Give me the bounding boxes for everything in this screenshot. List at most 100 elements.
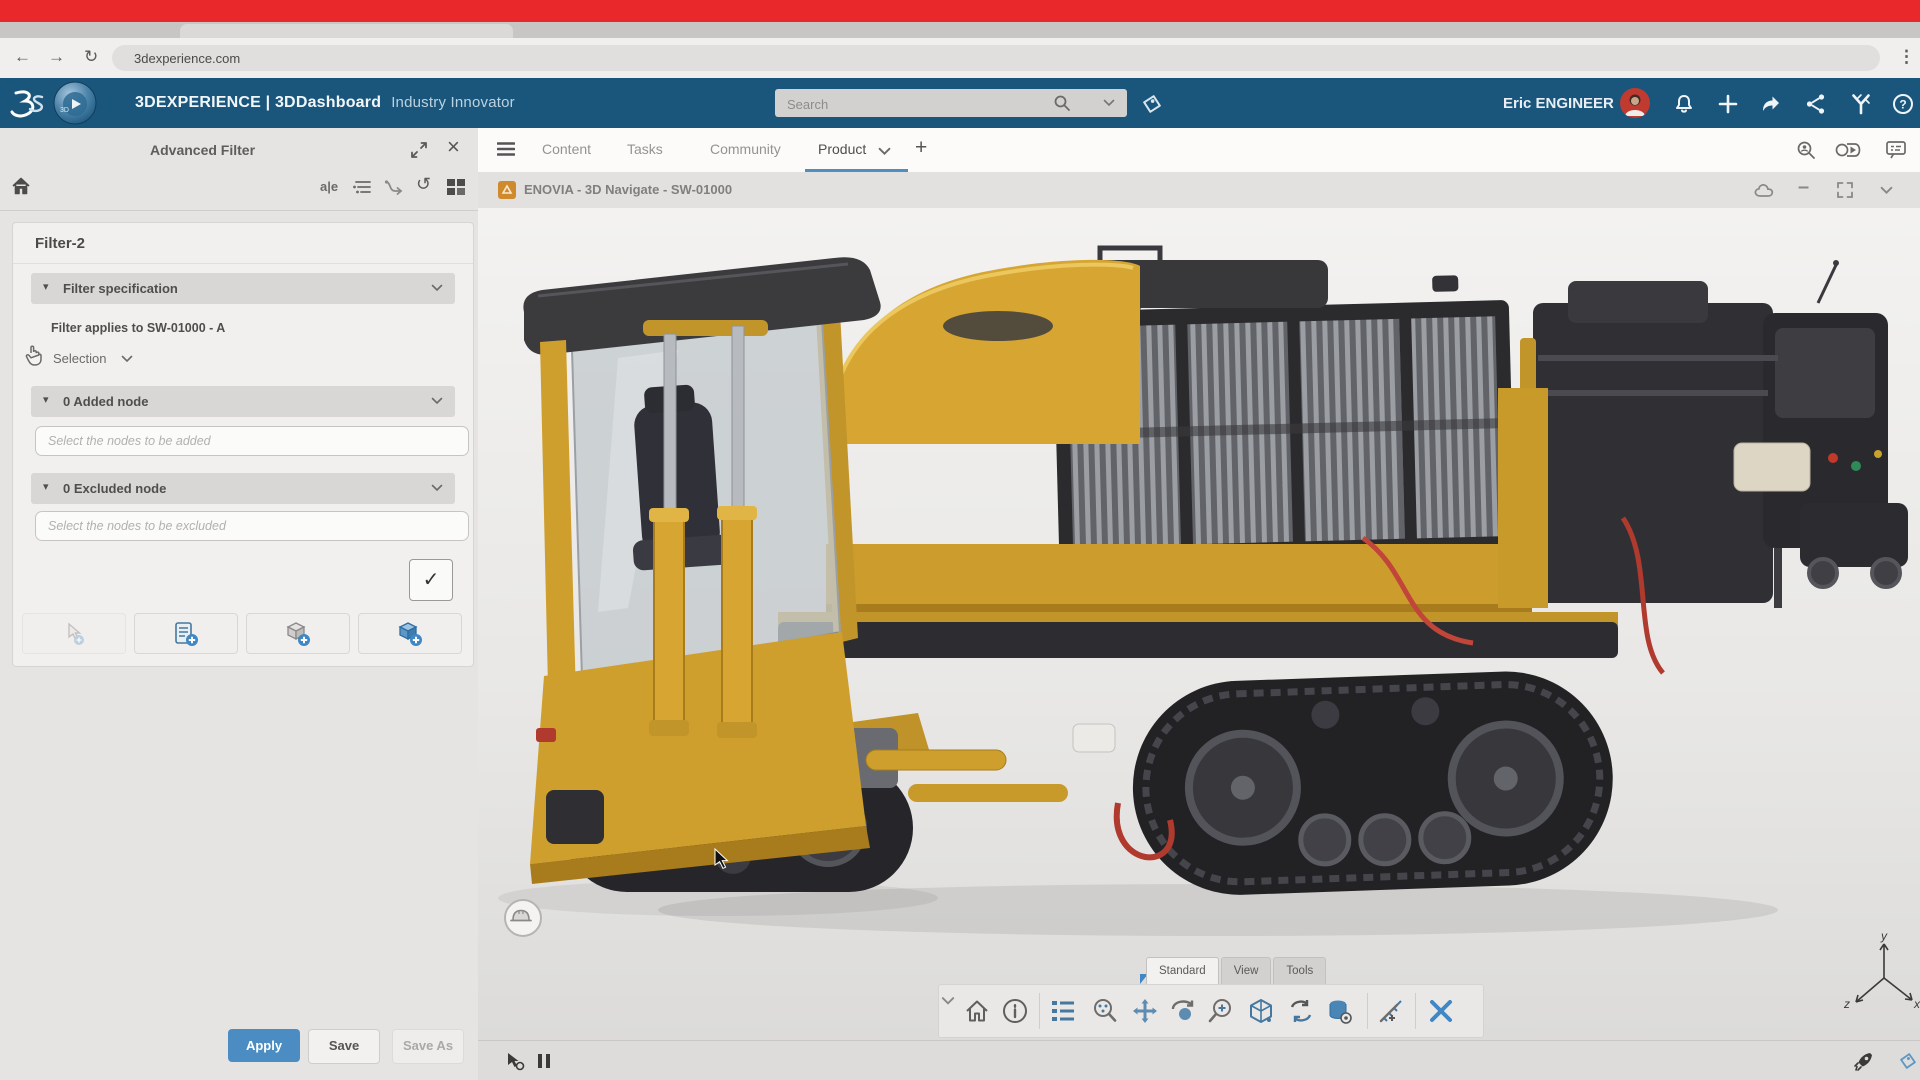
- add-3d-shape-button[interactable]: [358, 613, 462, 654]
- search-users-icon[interactable]: [1796, 140, 1816, 160]
- pause-icon[interactable]: [538, 1054, 552, 1068]
- measure-icon[interactable]: [1377, 997, 1405, 1025]
- chevron-down-icon[interactable]: [431, 397, 443, 405]
- widget-menu-chevron-icon[interactable]: [1880, 186, 1893, 195]
- brand: 3DEXPERIENCE | 3DDashboardIndustry Innov…: [135, 94, 515, 112]
- browser-tab[interactable]: [180, 24, 513, 38]
- home-icon[interactable]: [10, 175, 32, 197]
- tab-product-chevron-icon[interactable]: [878, 147, 891, 156]
- tab-community[interactable]: Community: [710, 141, 781, 157]
- 3dexperience-compass-icon[interactable]: 3D: [52, 80, 98, 126]
- notifications-bell-icon[interactable]: [1672, 92, 1696, 116]
- rename-ae-icon[interactable]: a|e: [320, 179, 338, 194]
- tag-icon[interactable]: [1140, 92, 1164, 116]
- select-mode-icon[interactable]: [505, 1050, 527, 1072]
- add-content-plus-icon[interactable]: [1716, 92, 1740, 116]
- toolbar-tab-tools[interactable]: Tools: [1273, 957, 1326, 984]
- list-plus-icon: [172, 621, 200, 647]
- chevron-down-icon[interactable]: [121, 355, 133, 363]
- axis-y-label: y: [1880, 930, 1888, 943]
- media-player-icon[interactable]: [1835, 140, 1861, 160]
- collapse-triangle-icon[interactable]: ▾: [43, 280, 49, 293]
- card-divider: [13, 263, 473, 264]
- share-network-icon[interactable]: [1804, 92, 1828, 116]
- save-as-button[interactable]: Save As: [392, 1029, 464, 1064]
- add-product-structure-button[interactable]: [246, 613, 350, 654]
- selection-dropdown[interactable]: Selection: [53, 351, 106, 366]
- added-nodes-input[interactable]: [35, 426, 469, 456]
- rotate-icon[interactable]: [1169, 997, 1197, 1025]
- home-view-icon[interactable]: [963, 997, 991, 1025]
- help-icon[interactable]: ?: [1891, 92, 1915, 116]
- save-button[interactable]: Save: [308, 1029, 380, 1064]
- 3d-viewport[interactable]: Standard View Tools: [478, 208, 1920, 1040]
- machine-3d-model[interactable]: [478, 208, 1920, 1040]
- share-forward-icon[interactable]: [1759, 92, 1783, 116]
- toolbar-tab-standard[interactable]: Standard: [1146, 957, 1219, 984]
- chevron-down-icon[interactable]: [431, 484, 443, 492]
- cloud-icon[interactable]: [1753, 180, 1777, 200]
- maximize-widget-icon[interactable]: [1836, 181, 1854, 199]
- added-node-section[interactable]: ▾ 0 Added node: [31, 386, 455, 417]
- add-by-selection-button[interactable]: [22, 613, 126, 654]
- toolbar-separator: [1039, 993, 1040, 1029]
- add-tab-icon[interactable]: +: [915, 136, 927, 160]
- tab-tasks[interactable]: Tasks: [627, 141, 663, 157]
- layout-panels-icon[interactable]: [446, 178, 466, 196]
- expand-panel-icon[interactable]: [410, 141, 428, 159]
- close-toolbar-x-icon[interactable]: [1427, 997, 1455, 1025]
- toolbar-separator: [1415, 993, 1416, 1029]
- chevron-down-icon[interactable]: [431, 284, 443, 292]
- brand-context: Industry Innovator: [391, 94, 515, 111]
- cursor-plus-icon: [61, 621, 87, 647]
- address-bar[interactable]: 3dexperience.com: [112, 45, 1880, 71]
- excluded-nodes-input[interactable]: [35, 511, 469, 541]
- iso-view-cube-icon[interactable]: [1247, 997, 1275, 1025]
- filter-list-icon[interactable]: [352, 178, 372, 196]
- tab-product[interactable]: Product: [818, 141, 866, 157]
- pan-icon[interactable]: [1131, 997, 1159, 1025]
- refresh-swap-icon[interactable]: [1287, 997, 1315, 1025]
- session-data-icon[interactable]: [1325, 997, 1353, 1025]
- hamburger-menu-icon[interactable]: [497, 141, 515, 157]
- performance-rocket-icon[interactable]: [1852, 1049, 1876, 1073]
- toolbar-tab-view[interactable]: View: [1221, 957, 1272, 984]
- collapse-triangle-icon[interactable]: ▾: [43, 393, 49, 406]
- dassault-3ds-logo-icon: [8, 88, 48, 120]
- search-icon[interactable]: [1053, 94, 1071, 112]
- collaborator-badge[interactable]: [504, 899, 542, 937]
- 3dswym-icon[interactable]: [1849, 92, 1873, 116]
- widget-titlebar: ENOVIA - 3D Navigate - SW-01000 –: [478, 172, 1920, 209]
- zoom-in-out-icon[interactable]: [1207, 997, 1235, 1025]
- undo-icon[interactable]: ↺: [416, 174, 431, 195]
- minimize-widget-icon[interactable]: –: [1798, 176, 1809, 199]
- cube-plus-icon: [396, 621, 424, 647]
- collapse-triangle-icon[interactable]: ▾: [43, 480, 49, 493]
- url-text: 3dexperience.com: [134, 51, 240, 66]
- tab-content[interactable]: Content: [542, 141, 591, 157]
- forward-icon[interactable]: →: [48, 46, 65, 68]
- excluded-node-section[interactable]: ▾ 0 Excluded node: [31, 473, 455, 504]
- zoom-area-icon[interactable]: [1091, 997, 1119, 1025]
- svg-text:?: ?: [1899, 98, 1906, 112]
- user-name[interactable]: Eric ENGINEER: [1503, 95, 1614, 112]
- model-tree-icon[interactable]: [1049, 997, 1077, 1025]
- browser-menu-icon[interactable]: ⋮: [1898, 46, 1915, 68]
- user-avatar[interactable]: [1620, 88, 1650, 118]
- add-from-list-button[interactable]: [134, 613, 238, 654]
- app-header: 3D 3DEXPERIENCE | 3DDashboardIndustry In…: [0, 78, 1920, 128]
- search-input[interactable]: [785, 91, 1029, 117]
- search-options-chevron-icon[interactable]: [1103, 99, 1115, 107]
- chat-icon[interactable]: [1886, 141, 1906, 159]
- info-icon[interactable]: [1001, 997, 1029, 1025]
- validate-check-button[interactable]: ✓: [409, 559, 453, 601]
- selection-hand-icon[interactable]: [23, 343, 45, 367]
- collapse-toolbar-chevron-icon[interactable]: [941, 987, 955, 1015]
- filter-specification-section[interactable]: ▾ Filter specification: [31, 273, 455, 304]
- close-panel-icon[interactable]: ×: [447, 134, 460, 160]
- tag-status-icon[interactable]: [1898, 1051, 1918, 1071]
- reload-icon[interactable]: ↻: [84, 46, 98, 68]
- link-route-icon[interactable]: [384, 178, 404, 196]
- back-icon[interactable]: ←: [14, 46, 31, 68]
- apply-button[interactable]: Apply: [228, 1029, 300, 1062]
